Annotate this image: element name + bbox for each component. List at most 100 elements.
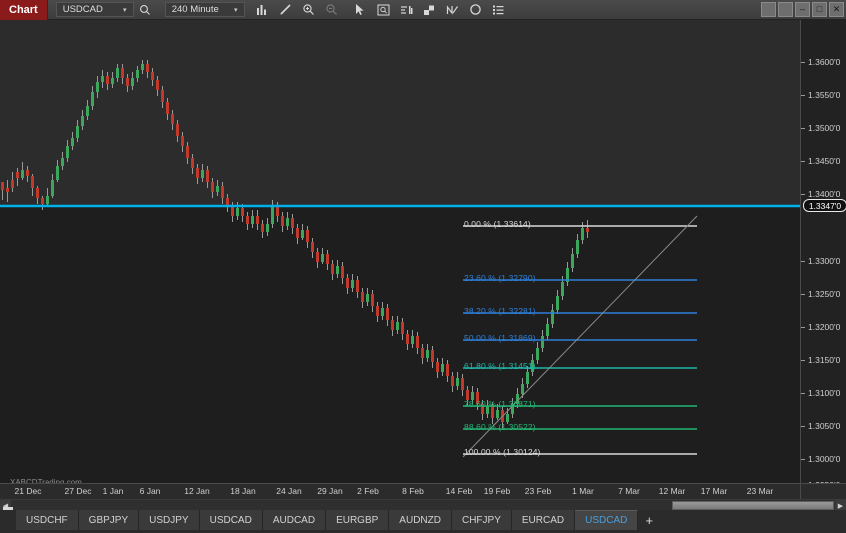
- tab-eurcad[interactable]: EURCAD: [512, 510, 575, 530]
- current-price-badge: 1.3347'0: [803, 199, 846, 212]
- search-icon[interactable]: [134, 0, 157, 20]
- tab-eurgbp[interactable]: EURGBP: [326, 510, 389, 530]
- price-axis-tick: 1.3050'0: [801, 420, 846, 432]
- tick-mark: [801, 294, 805, 295]
- bar-chart-icon[interactable]: [251, 0, 274, 20]
- tab-usdchf[interactable]: USDCHF: [16, 510, 79, 530]
- date-axis-label: 1 Mar: [572, 486, 594, 496]
- date-axis-label: 12 Jan: [184, 486, 210, 496]
- tab-usdcad-active[interactable]: USDCAD: [575, 510, 638, 530]
- fib-level-label: 23.60 % (1.32790): [464, 273, 536, 283]
- fib-level-label: 0.00 % (1.33614): [464, 219, 531, 229]
- tab-usdjpy[interactable]: USDJPY: [139, 510, 199, 530]
- date-axis-label: 12 Mar: [659, 486, 685, 496]
- date-axis-label: 1 Jan: [103, 486, 124, 496]
- price-axis-tick: 1.3150'0: [801, 354, 846, 366]
- date-axis-label: 18 Jan: [230, 486, 256, 496]
- horizontal-scrollbar[interactable]: ◀ ▶: [0, 499, 846, 510]
- data-box-icon[interactable]: [372, 0, 395, 20]
- tick-mark: [801, 426, 805, 427]
- drawing-tools-icon[interactable]: [441, 0, 464, 20]
- chevron-down-icon: ▾: [120, 6, 130, 14]
- indicator-icon[interactable]: [395, 0, 418, 20]
- add-tab-button[interactable]: +: [638, 510, 660, 530]
- tick-mark: [801, 95, 805, 96]
- date-axis-label: 24 Jan: [276, 486, 302, 496]
- close-button[interactable]: ✕: [829, 2, 844, 17]
- price-axis-label: 1.3500'0: [808, 123, 840, 133]
- fib-level-label: 50.00 % (1.31869): [464, 333, 536, 343]
- tick-mark: [801, 128, 805, 129]
- circle-icon[interactable]: [464, 0, 487, 20]
- tab-usdcad[interactable]: USDCAD: [200, 510, 263, 530]
- zoom-out-icon[interactable]: [320, 0, 343, 20]
- chart-canvas[interactable]: 0.00 % (1.33614) 23.60 % (1.32790) 38.20 %…: [0, 20, 800, 483]
- price-axis-label: 1.3200'0: [808, 322, 840, 332]
- scrollbar-thumb[interactable]: [672, 501, 834, 510]
- price-axis-tick: 1.3550'0: [801, 89, 846, 101]
- price-axis-tick: 1.3000'0: [801, 453, 846, 465]
- price-axis-tick: 1.3250'0: [801, 288, 846, 300]
- price-axis-tick: 1.3600'0: [801, 56, 846, 68]
- toolbar: Chart USDCAD ▾ 240 Minute ▾: [0, 0, 846, 20]
- date-axis-label: 23 Mar: [747, 486, 773, 496]
- tab-chfjpy[interactable]: CHFJPY: [452, 510, 512, 530]
- tick-mark: [801, 393, 805, 394]
- symbol-value: USDCAD: [60, 4, 120, 15]
- extra-button-2[interactable]: [778, 2, 793, 17]
- date-axis-label: 29 Jan: [317, 486, 343, 496]
- date-axis-label: 14 Feb: [446, 486, 472, 496]
- price-axis-label: 1.3600'0: [808, 57, 840, 67]
- cursor-arrow-icon[interactable]: [349, 0, 372, 20]
- date-axis-label: 19 Feb: [484, 486, 510, 496]
- date-axis-label: 2 Feb: [357, 486, 379, 496]
- date-axis-label: 17 Mar: [701, 486, 727, 496]
- fib-level-label: 61.80 % (1.31451): [464, 361, 536, 371]
- tick-mark: [801, 194, 805, 195]
- tab-bar: USDCHFGBPJPYUSDJPYUSDCADAUDCADEURGBPAUDN…: [0, 510, 846, 533]
- chevron-down-icon: ▾: [231, 6, 241, 14]
- date-axis-label: 23 Feb: [525, 486, 551, 496]
- tab-gbpjpy[interactable]: GBPJPY: [79, 510, 139, 530]
- price-axis-label: 1.3400'0: [808, 189, 840, 199]
- strategy-icon[interactable]: [418, 0, 441, 20]
- date-axis-label: 8 Feb: [402, 486, 424, 496]
- price-series-svg: [0, 20, 800, 483]
- window-controls: – □ ✕: [761, 2, 844, 17]
- tick-mark: [801, 327, 805, 328]
- price-axis-tick: 1.3100'0: [801, 387, 846, 399]
- price-axis[interactable]: 1.3600'0 1.3550'0 1.3500'0 1.3450'0 1.3400'0…: [800, 20, 846, 483]
- tick-mark: [801, 161, 805, 162]
- interval-selector[interactable]: 240 Minute ▾: [165, 2, 245, 17]
- price-axis-label: 1.3250'0: [808, 289, 840, 299]
- tick-mark: [801, 261, 805, 262]
- price-axis-label: 1.3450'0: [808, 156, 840, 166]
- date-axis-label: 27 Dec: [65, 486, 92, 496]
- date-axis-label: 21 Dec: [15, 486, 42, 496]
- price-axis-label: 1.3100'0: [808, 388, 840, 398]
- tab-audnzd[interactable]: AUDNZD: [389, 510, 452, 530]
- zoom-in-icon[interactable]: [297, 0, 320, 20]
- fib-level-label: 78.60 % (1.30871): [464, 399, 536, 409]
- price-axis-tick: 1.3200'0: [801, 321, 846, 333]
- chart-window: Chart USDCAD ▾ 240 Minute ▾: [0, 0, 846, 533]
- price-axis-label: 1.3300'0: [808, 256, 840, 266]
- price-axis-tick: 1.3500'0: [801, 122, 846, 134]
- price-axis-tick: 1.3300'0: [801, 255, 846, 267]
- interval-value: 240 Minute: [169, 4, 231, 15]
- restore-button[interactable]: □: [812, 2, 827, 17]
- fib-level-label: 88.60 % (1.30522): [464, 422, 536, 432]
- tab-audcad[interactable]: AUDCAD: [263, 510, 326, 530]
- fib-level-label: 38.20 % (1.32281): [464, 306, 536, 316]
- date-axis-label: 6 Jan: [140, 486, 161, 496]
- tick-mark: [801, 360, 805, 361]
- pencil-icon[interactable]: [274, 0, 297, 20]
- symbol-selector[interactable]: USDCAD ▾: [56, 2, 134, 17]
- axis-corner: [800, 483, 846, 499]
- minimize-button[interactable]: –: [795, 2, 810, 17]
- extra-button-1[interactable]: [761, 2, 776, 17]
- list-icon[interactable]: [487, 0, 510, 20]
- date-axis[interactable]: 21 Dec 27 Dec 1 Jan 6 Jan 12 Jan 18 Jan 24 Jan…: [0, 483, 800, 499]
- price-axis-tick: 1.3450'0: [801, 155, 846, 167]
- chart-menu-button[interactable]: Chart: [0, 0, 48, 20]
